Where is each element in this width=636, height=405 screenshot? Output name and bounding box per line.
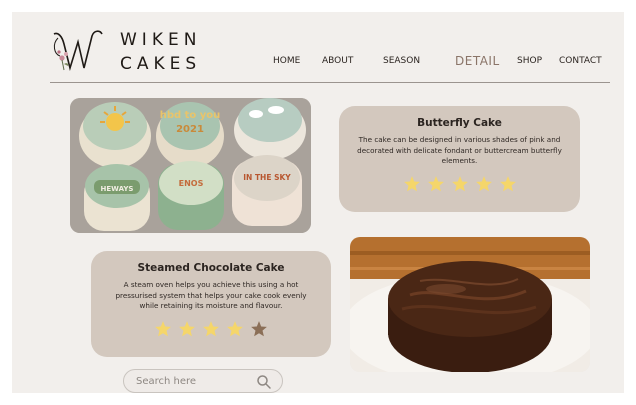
product-title: Butterfly Cake — [417, 117, 502, 129]
product-title: Steamed Chocolate Cake — [137, 262, 285, 274]
star-filled-icon — [499, 175, 516, 191]
star-filled-icon — [203, 320, 219, 336]
rating-stars — [91, 320, 331, 338]
nav-season[interactable]: SEASON — [383, 56, 420, 66]
cupcakes-illustration: hbd to you 2021 HEWAYS ENOS IN THE SKY — [70, 98, 311, 233]
chocolate-cake-photo — [350, 237, 590, 372]
topper-text-1: hbd to you — [160, 110, 221, 121]
rating-stars — [339, 175, 580, 193]
main-nav: HOME ABOUT SEASON DETAIL SHOP CONTACT — [0, 54, 636, 72]
header-divider — [50, 82, 610, 83]
product-card-steamed-chocolate[interactable]: Steamed Chocolate Cake A steam oven help… — [91, 251, 331, 357]
topper-text-5: IN THE SKY — [243, 173, 291, 182]
product-description: The cake can be designed in various shad… — [357, 135, 562, 165]
nav-home[interactable]: HOME — [273, 56, 300, 66]
star-filled-icon — [403, 175, 420, 191]
chocolate-cake-illustration — [350, 237, 590, 372]
cupcakes-photo: hbd to you 2021 HEWAYS ENOS IN THE SKY — [70, 98, 311, 233]
search-bar[interactable] — [123, 369, 283, 393]
nav-shop[interactable]: SHOP — [517, 56, 542, 66]
product-description: A steam oven helps you achieve this usin… — [115, 280, 307, 310]
star-filled-icon — [427, 175, 444, 191]
star-filled-icon — [475, 175, 492, 191]
nav-detail[interactable]: DETAIL — [455, 54, 500, 68]
search-input[interactable] — [136, 373, 252, 390]
topper-text-2: 2021 — [176, 124, 204, 135]
star-filled-icon — [227, 320, 243, 336]
star-filled-icon — [179, 320, 195, 336]
star-filled-icon — [451, 175, 468, 191]
brand-name-line1: WIKEN — [120, 30, 202, 50]
nav-about[interactable]: ABOUT — [322, 56, 353, 66]
nav-contact[interactable]: CONTACT — [559, 56, 602, 66]
search-icon[interactable] — [256, 374, 272, 390]
star-filled-icon — [155, 320, 171, 336]
topper-text-3: HEWAYS — [101, 185, 134, 193]
product-card-butterfly[interactable]: Butterfly Cake The cake can be designed … — [339, 106, 580, 212]
topper-text-4: ENOS — [179, 179, 204, 188]
star-empty-icon — [251, 320, 267, 336]
